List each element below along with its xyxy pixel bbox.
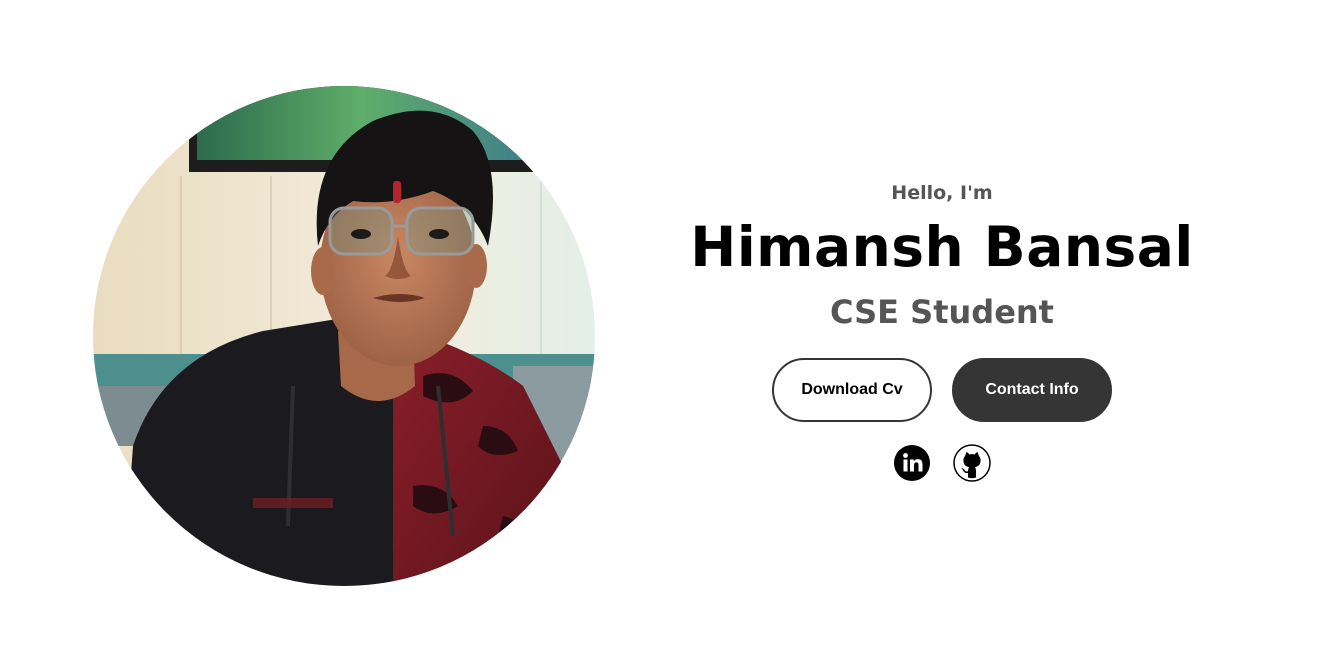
- greeting-text: Hello, I'm: [891, 182, 993, 204]
- profile-text: Hello, I'm Himansh Bansal CSE Student Do…: [640, 178, 1244, 482]
- download-cv-button[interactable]: Download Cv: [772, 358, 932, 422]
- social-links: [640, 444, 1244, 482]
- button-group: Download Cv Contact Info: [640, 358, 1244, 422]
- profile-section: Hello, I'm Himansh Bansal CSE Student Do…: [0, 0, 1332, 658]
- contact-info-button[interactable]: Contact Info: [952, 358, 1112, 422]
- profile-name: Himansh Bansal: [690, 215, 1194, 279]
- profile-photo-image: [93, 86, 595, 586]
- linkedin-icon[interactable]: [893, 444, 931, 482]
- github-icon[interactable]: [953, 444, 991, 482]
- profile-role: CSE Student: [830, 293, 1054, 331]
- profile-picture: [93, 86, 595, 586]
